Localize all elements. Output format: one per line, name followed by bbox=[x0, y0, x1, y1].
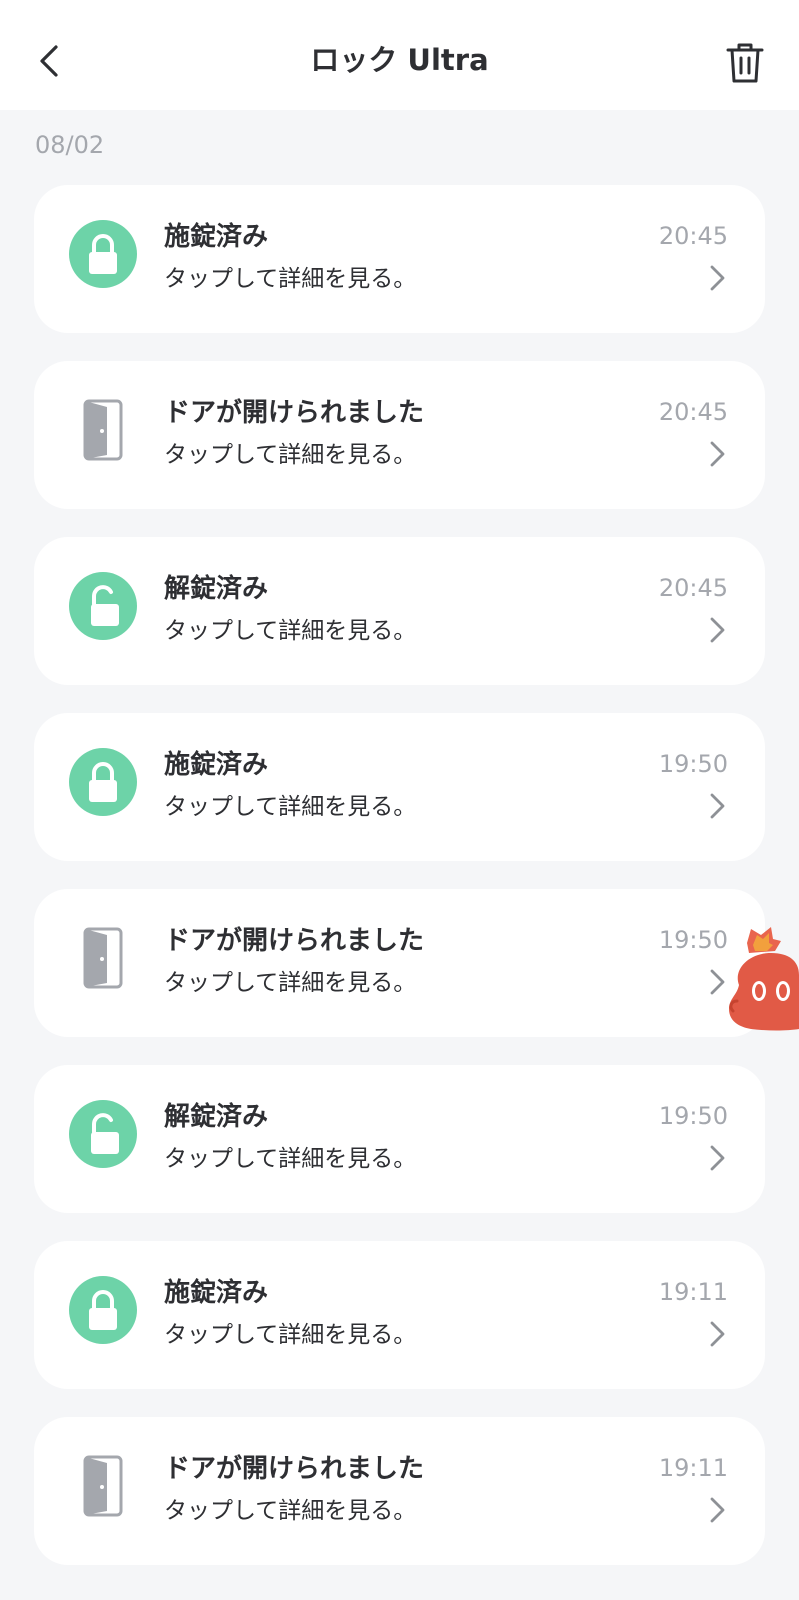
event-subtitle: タップして詳細を見る。 bbox=[164, 794, 417, 820]
event-time: 19:50 bbox=[658, 926, 728, 954]
event-card-locked[interactable]: 施錠済み タップして詳細を見る。 19:50 bbox=[34, 713, 765, 861]
event-title: ドアが開けられました bbox=[164, 1454, 425, 1484]
door-open-icon bbox=[69, 396, 137, 464]
event-subtitle: タップして詳細を見る。 bbox=[164, 618, 417, 644]
lock-open-icon bbox=[69, 572, 137, 640]
lock-open-icon bbox=[69, 1100, 137, 1168]
event-title: 施錠済み bbox=[164, 1278, 269, 1308]
event-title: 解錠済み bbox=[164, 1102, 269, 1132]
door-open-icon bbox=[69, 924, 137, 992]
chevron-right-icon bbox=[705, 263, 729, 293]
event-subtitle: タップして詳細を見る。 bbox=[164, 1146, 417, 1172]
event-title: ドアが開けられました bbox=[164, 398, 425, 428]
event-subtitle: タップして詳細を見る。 bbox=[164, 1322, 417, 1348]
event-card-locked[interactable]: 施錠済み タップして詳細を見る。 19:11 bbox=[34, 1241, 765, 1389]
chevron-right-icon bbox=[705, 439, 729, 469]
event-time: 20:45 bbox=[658, 574, 728, 602]
chevron-right-icon bbox=[705, 1143, 729, 1173]
event-time: 20:45 bbox=[658, 398, 728, 426]
event-subtitle: タップして詳細を見る。 bbox=[164, 970, 417, 996]
lock-closed-icon bbox=[69, 220, 137, 288]
event-card-locked[interactable]: 施錠済み タップして詳細を見る。 20:45 bbox=[34, 185, 765, 333]
mascot-icon bbox=[729, 927, 799, 1031]
chevron-right-icon bbox=[705, 1495, 729, 1525]
chevron-right-icon bbox=[705, 791, 729, 821]
event-card-unlocked[interactable]: 解錠済み タップして詳細を見る。 19:50 bbox=[34, 1065, 765, 1213]
event-title: 施錠済み bbox=[164, 750, 269, 780]
event-subtitle: タップして詳細を見る。 bbox=[164, 442, 417, 468]
event-subtitle: タップして詳細を見る。 bbox=[164, 1498, 417, 1524]
event-card-door[interactable]: ドアが開けられました タップして詳細を見る。 19:50 bbox=[34, 889, 765, 1037]
trash-icon bbox=[726, 43, 764, 83]
event-time: 19:50 bbox=[658, 1102, 728, 1130]
event-title: 施錠済み bbox=[164, 222, 269, 252]
floating-assistant-button[interactable] bbox=[727, 925, 799, 1035]
chevron-right-icon bbox=[705, 615, 729, 645]
lock-closed-icon bbox=[69, 1276, 137, 1344]
event-time: 19:50 bbox=[658, 750, 728, 778]
chevron-right-icon bbox=[705, 967, 729, 997]
event-subtitle: タップして詳細を見る。 bbox=[164, 266, 417, 292]
event-time: 20:45 bbox=[658, 222, 728, 250]
door-open-icon bbox=[69, 1452, 137, 1520]
event-time: 19:11 bbox=[658, 1278, 728, 1306]
chevron-right-icon bbox=[705, 1319, 729, 1349]
event-title: 解錠済み bbox=[164, 574, 269, 604]
event-title: ドアが開けられました bbox=[164, 926, 425, 956]
date-group-label: 08/02 bbox=[35, 131, 105, 159]
header-bar: ロック Ultra bbox=[0, 0, 799, 110]
page-title: ロック Ultra bbox=[310, 43, 489, 77]
event-card-unlocked[interactable]: 解錠済み タップして詳細を見る。 20:45 bbox=[34, 537, 765, 685]
event-time: 19:11 bbox=[658, 1454, 728, 1482]
event-card-door[interactable]: ドアが開けられました タップして詳細を見る。 19:11 bbox=[34, 1417, 765, 1565]
delete-button[interactable] bbox=[721, 38, 769, 88]
event-card-door[interactable]: ドアが開けられました タップして詳細を見る。 20:45 bbox=[34, 361, 765, 509]
lock-closed-icon bbox=[69, 748, 137, 816]
